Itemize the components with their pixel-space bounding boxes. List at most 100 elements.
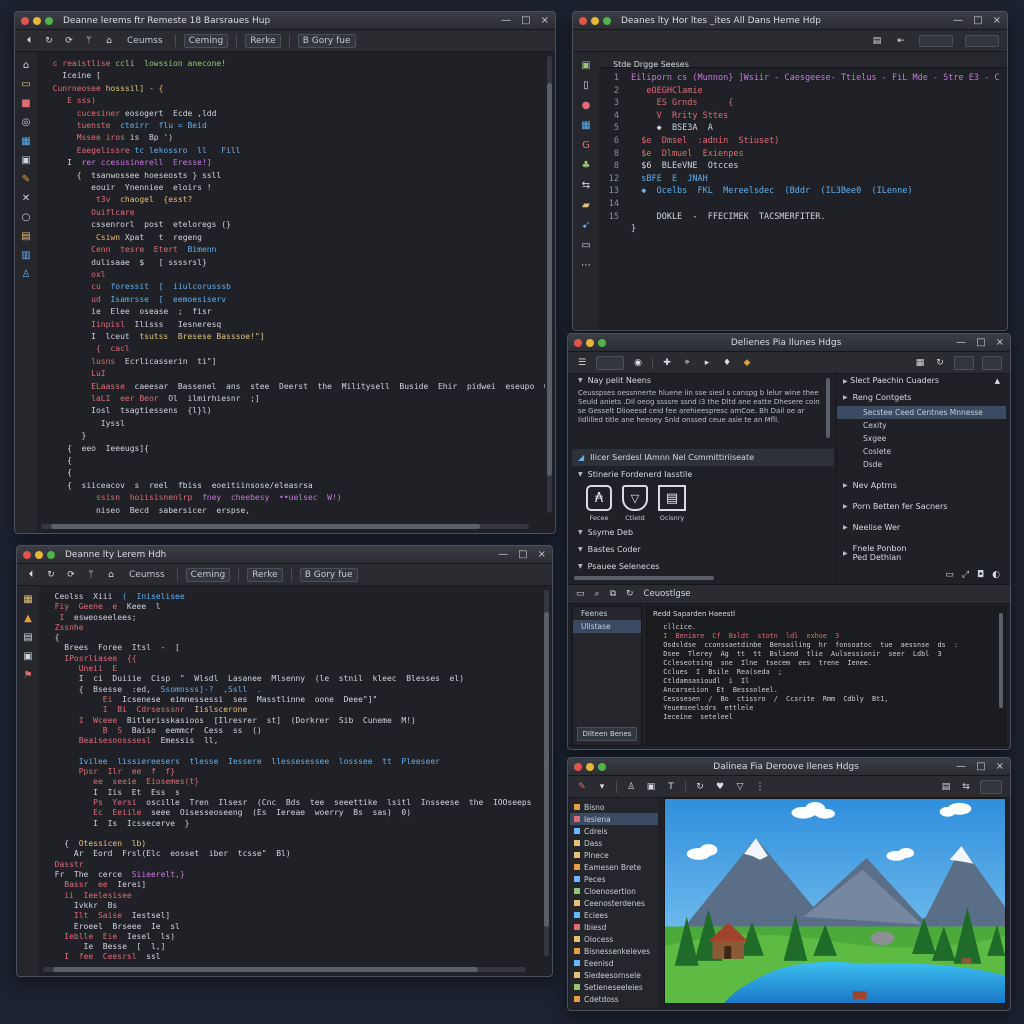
file-item[interactable]: Eamesen Brete <box>570 861 658 873</box>
lock-icon[interactable]: ▣ <box>21 155 30 166</box>
more-icon[interactable]: ⋯ <box>581 260 591 271</box>
add-icon[interactable]: ✚ <box>661 357 673 369</box>
window-button[interactable] <box>980 779 1002 794</box>
layout-icon[interactable]: ▤ <box>871 35 883 47</box>
file-item[interactable]: Ceenosterdenes <box>570 897 658 909</box>
branch-icon[interactable]: ᛘ <box>83 35 95 47</box>
scroll-thumb[interactable] <box>50 524 481 529</box>
file-item[interactable]: Cdreis <box>570 825 658 837</box>
sync-icon[interactable]: ⟳ <box>63 35 75 47</box>
person-icon[interactable]: ♙ <box>625 781 637 793</box>
file-item[interactable]: Cdetdoss <box>570 993 658 1005</box>
sub-item[interactable]: Fnele Ponbon <box>853 544 907 553</box>
maximize-icon[interactable]: □ <box>521 15 530 26</box>
file-item[interactable]: Setieneseeleies <box>570 981 658 993</box>
toolbar-button-1[interactable]: Ceumss <box>125 569 169 581</box>
toolbar-button-2[interactable]: Ceming <box>185 567 231 582</box>
note-icon[interactable]: ▰ <box>582 200 590 211</box>
filter-icon[interactable]: ▽ <box>734 781 746 793</box>
panel-scrollbar[interactable] <box>826 378 830 438</box>
link-icon[interactable]: ⇆ <box>582 180 590 191</box>
component-item[interactable]: Coslete <box>837 445 1006 458</box>
back-icon[interactable]: ⏴ <box>25 569 37 581</box>
file-item[interactable]: Plnece <box>570 849 658 861</box>
minimize-dot[interactable] <box>591 16 599 25</box>
file-item[interactable]: Eeenisd <box>570 957 658 969</box>
scroll-thumb[interactable] <box>544 611 549 927</box>
refresh-icon[interactable]: ↻ <box>45 569 57 581</box>
code-editor[interactable]: Ceolss Xiii ( Iniselisee Fiy Geene e Kee… <box>39 586 542 962</box>
file-item[interactable]: Iesiena <box>570 813 658 825</box>
title-bar[interactable]: Deanne lerems ftr Remeste 18 Barsraues H… <box>15 12 555 30</box>
horizontal-scrollbar[interactable] <box>41 524 529 529</box>
warning-icon[interactable]: ▲ <box>24 613 32 624</box>
maximize-icon[interactable]: □ <box>976 337 985 348</box>
lock-icon[interactable]: ⌂ <box>103 35 115 47</box>
collapsed-section[interactable]: ▼ Ssyme Deb <box>572 524 834 541</box>
heart-icon[interactable]: ♥ <box>714 781 726 793</box>
toggle-icon[interactable]: ◐ <box>992 570 1000 580</box>
minimize-icon[interactable]: — <box>956 761 966 772</box>
folder-icon[interactable]: ▣ <box>23 651 32 662</box>
maximize-icon[interactable]: □ <box>976 761 985 772</box>
window-button[interactable] <box>965 34 999 47</box>
refresh-icon[interactable]: ↻ <box>43 35 55 47</box>
dropdown-icon[interactable]: ▾ <box>596 781 608 793</box>
expand-icon[interactable]: ⤢ <box>962 570 969 580</box>
minimize-icon[interactable]: — <box>956 337 966 348</box>
icon-tile[interactable]: ₳ Fecee <box>586 485 612 522</box>
title-bar[interactable]: Deanes lty Hor ltes _ites All Dans Heme … <box>573 12 1007 30</box>
file-item[interactable]: Ibiesd <box>570 921 658 933</box>
monitor-icon[interactable]: ▭ <box>945 570 954 580</box>
toolbar-button-1[interactable]: Ceumss <box>123 35 167 47</box>
console-source[interactable]: Feenes <box>573 607 641 620</box>
component-item[interactable]: Cexity <box>837 419 1006 432</box>
terminal-icon[interactable]: ▭ <box>581 240 590 251</box>
close-icon[interactable]: × <box>993 15 1001 26</box>
user-icon[interactable]: ♙ <box>22 269 31 280</box>
home-icon[interactable]: ⌂ <box>23 60 29 71</box>
grid-icon[interactable]: ▦ <box>581 120 590 131</box>
back-arrow-icon[interactable]: ⇤ <box>895 35 907 47</box>
file-item[interactable]: Dass <box>570 837 658 849</box>
component-item[interactable]: Sxgee <box>837 432 1006 445</box>
minimize-icon[interactable]: — <box>498 549 508 560</box>
title-bar[interactable]: Delienes Pia Ilunes Hdgs — □ × <box>568 334 1010 352</box>
section-header[interactable]: ▼ Nay pelit Neens <box>572 372 834 389</box>
text-icon[interactable]: T <box>665 781 677 793</box>
window-button[interactable] <box>982 355 1002 370</box>
search-icon[interactable]: ⌕ <box>595 589 600 599</box>
console-filter-button[interactable]: DIlteen Benes <box>577 727 637 741</box>
group-header[interactable]: ▶ Neelise Wer <box>837 519 1006 536</box>
lock-icon[interactable]: ⌂ <box>105 569 117 581</box>
console-scrollbar[interactable] <box>999 613 1003 708</box>
play-icon[interactable]: ▸ <box>701 357 713 369</box>
back-icon[interactable]: ⏴ <box>23 35 35 47</box>
flag-icon[interactable]: ⚑ <box>24 670 33 681</box>
toolbar-button-3[interactable]: Rerke <box>245 33 281 48</box>
pen-icon[interactable]: ✎ <box>22 174 30 185</box>
close-dot[interactable] <box>574 762 582 771</box>
selected-item[interactable]: ◢ Ilicer Serdesl IAmnn Nel Csmmittiriise… <box>572 449 834 466</box>
close-dot[interactable] <box>579 16 587 25</box>
scroll-thumb[interactable] <box>547 83 552 477</box>
file-item[interactable]: Siisie <box>570 1005 658 1009</box>
close-icon[interactable]: × <box>538 549 546 560</box>
table-icon[interactable]: ▦ <box>21 136 30 147</box>
close-dot[interactable] <box>21 16 29 25</box>
file-item[interactable]: Cloenosertion <box>570 885 658 897</box>
chart-icon[interactable]: ▥ <box>21 250 30 261</box>
palette-icon[interactable]: ▦ <box>23 594 32 605</box>
title-bar[interactable]: Dalinea Fia Deroove Ilenes Hdgs — □ × <box>568 758 1010 776</box>
group-header[interactable]: ▶ Porn Betten fer Sacners <box>837 498 1006 515</box>
cross-icon[interactable]: ✕ <box>22 193 30 204</box>
image-icon[interactable]: ▤ <box>21 231 30 242</box>
file-item[interactable]: Siedeesornsele <box>570 969 658 981</box>
minimize-dot[interactable] <box>33 16 41 25</box>
collapse-up-icon[interactable]: ▲ <box>995 377 1000 385</box>
refresh-icon[interactable]: ↻ <box>934 357 946 369</box>
file-icon[interactable]: ▯ <box>583 80 589 91</box>
collapsed-section[interactable]: ▼ Bastes Coder <box>572 541 834 558</box>
minimize-dot[interactable] <box>35 550 43 559</box>
image-canvas[interactable] <box>664 798 1006 1004</box>
